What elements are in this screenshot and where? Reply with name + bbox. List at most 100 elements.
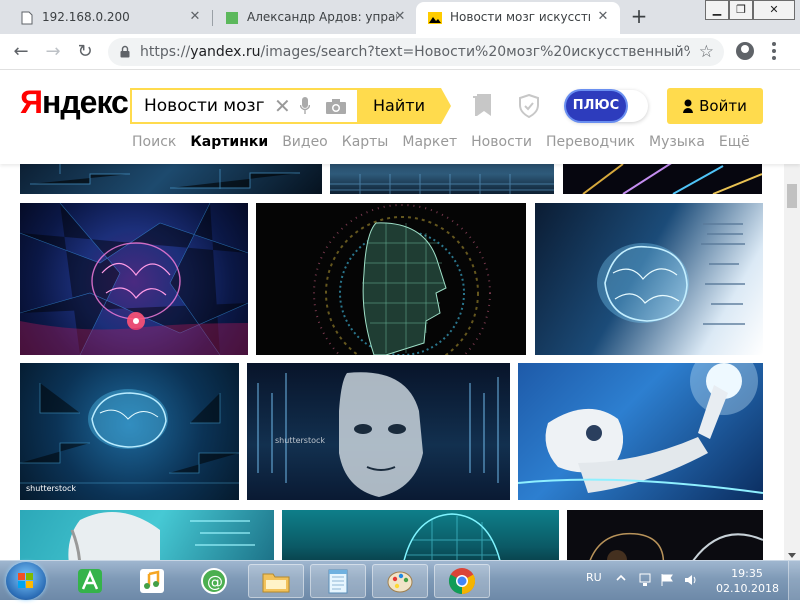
- restore-icon[interactable]: ❐: [729, 0, 753, 20]
- page-scrollbar[interactable]: [784, 164, 800, 560]
- close-icon[interactable]: ✕: [594, 8, 612, 26]
- account-icon[interactable]: [736, 42, 754, 60]
- scroll-down-icon[interactable]: [788, 553, 796, 558]
- clock-time: 19:35: [731, 567, 763, 580]
- music-icon[interactable]: [124, 564, 180, 598]
- close-icon[interactable]: ✕: [391, 8, 409, 26]
- login-button[interactable]: Войти: [667, 88, 763, 124]
- file-explorer-icon[interactable]: [248, 564, 304, 598]
- paint-logo: [387, 571, 413, 593]
- search-button[interactable]: Найти: [357, 88, 451, 124]
- service-maps[interactable]: Карты: [342, 134, 389, 150]
- user-icon: [683, 99, 694, 113]
- scrollbar-thumb[interactable]: [787, 184, 797, 208]
- search-query[interactable]: Новости мозг и: [144, 96, 266, 116]
- back-icon[interactable]: ←: [10, 41, 32, 63]
- chrome-icon[interactable]: [434, 564, 490, 598]
- clock-date: 02.10.2018: [716, 582, 779, 595]
- antivirus-icon[interactable]: [62, 564, 118, 598]
- mail-agent-icon[interactable]: @: [186, 564, 242, 598]
- paint-icon[interactable]: [372, 564, 428, 598]
- blue-brain-data-image[interactable]: [535, 203, 763, 355]
- robot-head-image[interactable]: [20, 510, 274, 560]
- chrome-logo: [448, 568, 476, 595]
- tab-title: 192.168.0.200: [42, 10, 130, 24]
- tab-2[interactable]: Александр Ардов: управ ✕: [213, 2, 413, 34]
- wireframe-head-image[interactable]: [256, 203, 526, 355]
- windows-logo: [18, 573, 33, 588]
- neon-brain-art: [20, 203, 248, 355]
- volume-icon[interactable]: [684, 573, 698, 587]
- white-robot-light-image[interactable]: [518, 363, 763, 500]
- browser-toolbar: ← → ↻ https://yandex.ru/images/search?te…: [0, 34, 800, 70]
- image-results-grid: shutterstock shutterstock: [0, 164, 784, 560]
- new-tab-button[interactable]: +: [628, 6, 650, 28]
- windows-start-icon[interactable]: [6, 562, 46, 600]
- circuit-brain-image[interactable]: shutterstock: [20, 363, 239, 500]
- clear-icon[interactable]: ✕: [274, 94, 291, 118]
- shield-icon[interactable]: [518, 94, 540, 118]
- circuit-brain-art: shutterstock: [20, 383, 239, 493]
- service-market[interactable]: Маркет: [402, 134, 457, 150]
- service-music[interactable]: Музыка: [649, 134, 705, 150]
- music-logo: [140, 569, 164, 593]
- close-icon[interactable]: ✕: [753, 0, 795, 20]
- plus-label: ПЛЮС: [566, 91, 626, 121]
- windows-taskbar: @ RU 19:35 02.10.2018: [0, 560, 800, 601]
- camera-icon[interactable]: [326, 99, 346, 114]
- language-indicator[interactable]: RU: [586, 571, 602, 584]
- cyan-hologram-image[interactable]: [282, 510, 559, 560]
- page-icon: [21, 11, 33, 25]
- service-search[interactable]: Поиск: [132, 134, 176, 150]
- collections-bookmark-icon[interactable]: [473, 94, 491, 116]
- green-square-icon: [226, 12, 238, 24]
- forward-icon[interactable]: →: [42, 41, 64, 63]
- url-text[interactable]: https://yandex.ru/images/search?text=Нов…: [140, 44, 690, 60]
- menu-icon[interactable]: [772, 42, 776, 60]
- svg-text:@: @: [207, 572, 223, 591]
- service-more[interactable]: Ещё: [719, 134, 750, 150]
- robot-face-code-image[interactable]: shutterstock: [247, 363, 510, 500]
- service-video[interactable]: Видео: [282, 134, 328, 150]
- service-translate[interactable]: Переводчик: [546, 134, 635, 150]
- antivirus-logo: [78, 569, 102, 593]
- service-news[interactable]: Новости: [471, 134, 532, 150]
- notepad-icon[interactable]: [310, 564, 366, 598]
- tab-title: Александр Ардов: управ: [247, 10, 397, 24]
- minimize-icon[interactable]: ▁: [705, 0, 729, 20]
- cyber-circuit-image[interactable]: [20, 164, 322, 194]
- mail-agent-logo: @: [201, 568, 227, 594]
- bookmark-star-icon[interactable]: ☆: [699, 42, 714, 62]
- yandex-images-icon: [428, 12, 442, 24]
- brain-dark-art: [589, 532, 763, 560]
- robot-face-art: shutterstock: [257, 372, 499, 497]
- service-images[interactable]: Картинки: [190, 134, 268, 150]
- tab-1[interactable]: 192.168.0.200 ✕: [8, 2, 208, 34]
- plus-toggle[interactable]: ПЛЮС: [565, 90, 648, 122]
- tab-3-active[interactable]: Новости мозг искусствен ✕: [416, 2, 620, 34]
- hologram-art: [403, 513, 501, 560]
- grid-pattern: [330, 174, 554, 194]
- keyboard-icon[interactable]: [614, 573, 628, 587]
- network-icon[interactable]: [638, 573, 652, 587]
- notepad-logo: [328, 569, 348, 594]
- watermark-text: shutterstock: [26, 484, 76, 493]
- microphone-icon[interactable]: [300, 97, 310, 115]
- close-icon[interactable]: ✕: [186, 8, 204, 26]
- system-clock[interactable]: 19:35 02.10.2018: [716, 566, 779, 596]
- cyber-grid-image[interactable]: [330, 164, 554, 194]
- address-bar[interactable]: https://yandex.ru/images/search?text=Нов…: [108, 38, 724, 66]
- neon-brain-image[interactable]: [20, 203, 248, 355]
- wireframe-head-art: [313, 204, 491, 355]
- login-label: Войти: [699, 97, 747, 115]
- neon-lines-image[interactable]: [563, 164, 762, 194]
- yandex-logo[interactable]: Яндекс: [20, 84, 129, 121]
- flag-icon[interactable]: [660, 573, 674, 587]
- watermark-text: shutterstock: [275, 436, 325, 445]
- brain-dark-image[interactable]: [567, 510, 763, 560]
- white-robot-art: [518, 363, 763, 494]
- neon-lines: [582, 164, 762, 194]
- robot-head-art: [68, 512, 255, 560]
- show-desktop-button[interactable]: [788, 561, 800, 601]
- reload-icon[interactable]: ↻: [74, 41, 96, 63]
